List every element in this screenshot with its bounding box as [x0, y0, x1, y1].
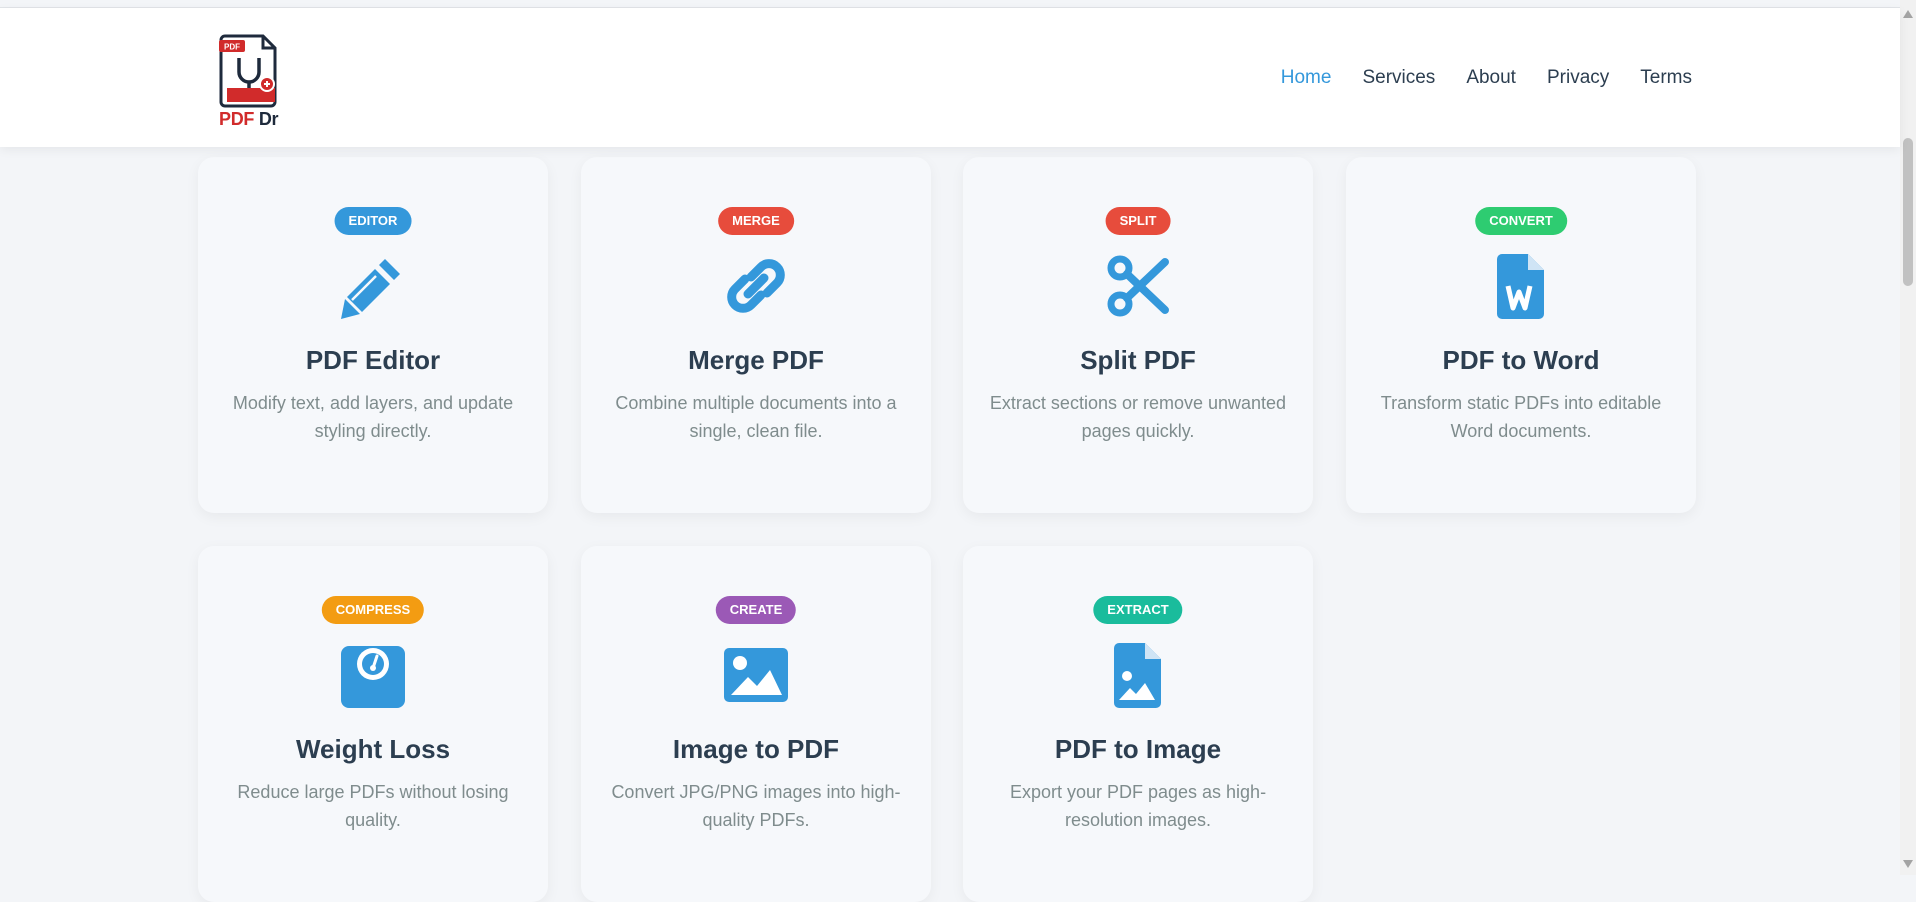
nav-home[interactable]: Home [1281, 67, 1332, 89]
badge-convert: CONVERT [1475, 207, 1567, 235]
card-description: Modify text, add layers, and update styl… [232, 393, 514, 441]
weight-scale-icon [341, 646, 405, 708]
scroll-up-arrow-icon[interactable] [1903, 10, 1913, 18]
vertical-scrollbar[interactable] [1900, 0, 1916, 875]
scrollbar-thumb[interactable] [1903, 138, 1913, 286]
link-icon [727, 259, 785, 313]
card-description: Convert JPG/PNG images into high-quality… [611, 782, 901, 830]
badge-editor: EDITOR [334, 207, 412, 235]
card-weight-loss[interactable]: COMPRESS Weight Loss Reduce large PDFs w… [198, 546, 548, 902]
svg-text:PDF: PDF [224, 43, 240, 52]
card-pdf-to-word[interactable]: CONVERT PDF to Word Transform static PDF… [1346, 157, 1696, 513]
card-title: Weight Loss [295, 734, 451, 764]
badge-merge: MERGE [718, 207, 794, 235]
card-description: Reduce large PDFs without losing quality… [237, 782, 509, 830]
card-description: Extract sections or remove unwanted page… [989, 393, 1287, 441]
card-image-to-pdf[interactable]: CREATE Image to PDF Convert JPG/PNG imag… [581, 546, 931, 902]
services-grid: EDITOR PDF Editor Modify text, add layer… [198, 157, 1698, 902]
card-title: PDF Editor [305, 345, 441, 375]
logo-text-pdf: PDF [219, 109, 255, 129]
card-title: Merge PDF [688, 345, 824, 375]
scroll-down-arrow-icon[interactable] [1903, 860, 1913, 868]
logo-text-dr: Dr [258, 109, 279, 129]
badge-create: CREATE [715, 596, 797, 624]
scissors-icon [1107, 255, 1169, 317]
card-title: Split PDF [1080, 345, 1196, 375]
image-icon [724, 648, 788, 702]
card-merge-pdf[interactable]: MERGE Merge PDF Combine multiple documen… [581, 157, 931, 513]
main-nav: Home Services About Privacy Terms [1281, 67, 1692, 89]
card-description: Combine multiple documents into a single… [615, 393, 897, 441]
badge-extract: EXTRACT [1093, 596, 1183, 624]
card-description: Transform static PDFs into editable Word… [1380, 393, 1662, 441]
card-pdf-editor[interactable]: EDITOR PDF Editor Modify text, add layer… [198, 157, 548, 513]
badge-split: SPLIT [1105, 207, 1171, 235]
image-file-icon [1114, 643, 1161, 708]
card-description: Export your PDF pages as high-resolution… [1009, 782, 1267, 830]
nav-terms[interactable]: Terms [1640, 67, 1692, 89]
word-file-icon [1497, 254, 1544, 319]
nav-about[interactable]: About [1466, 67, 1516, 89]
card-title: PDF to Image [1054, 734, 1222, 764]
site-header: PDF PDF Dr Home Services About Privacy T… [0, 8, 1900, 147]
logo-text[interactable]: PDF Dr [219, 109, 279, 130]
badge-compress: COMPRESS [321, 596, 425, 624]
pencil-icon [341, 259, 400, 319]
card-title: Image to PDF [672, 734, 840, 764]
card-pdf-to-image[interactable]: EXTRACT PDF to Image Export your PDF pag… [963, 546, 1313, 902]
nav-privacy[interactable]: Privacy [1547, 67, 1609, 89]
card-split-pdf[interactable]: SPLIT Split PDF Extract sections or remo… [963, 157, 1313, 513]
card-title: PDF to Word [1442, 345, 1600, 375]
top-border [0, 0, 1900, 8]
nav-services[interactable]: Services [1362, 67, 1435, 89]
